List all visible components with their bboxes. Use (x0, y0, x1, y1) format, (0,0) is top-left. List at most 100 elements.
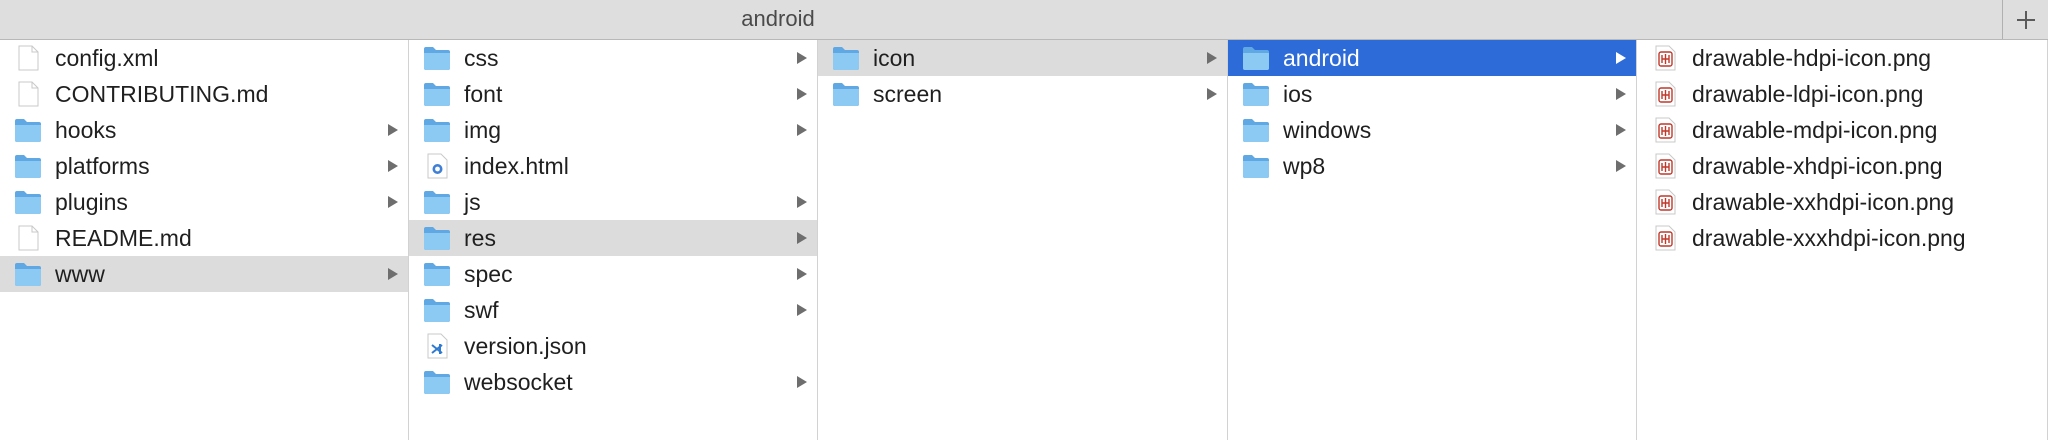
list-item[interactable]: drawable-xhdpi-icon.png (1637, 148, 2047, 184)
item-name: version.json (464, 333, 587, 359)
list-item[interactable]: windows (1228, 112, 1636, 148)
folder-icon (14, 261, 42, 287)
item-name: ios (1283, 81, 1313, 107)
list-item[interactable]: icon (818, 40, 1227, 76)
disclosure-arrow-icon (388, 196, 398, 208)
disclosure-arrow-icon (797, 304, 807, 316)
list-item[interactable]: CONTRIBUTING.md (0, 76, 408, 112)
list-item[interactable]: index.html (409, 148, 817, 184)
item-name: js (464, 189, 481, 215)
list-item[interactable]: wp8 (1228, 148, 1636, 184)
list-item[interactable]: js (409, 184, 817, 220)
list-item[interactable]: drawable-xxxhdpi-icon.png (1637, 220, 2047, 256)
item-name: android (1283, 45, 1360, 71)
folder-icon (423, 369, 451, 395)
folder-icon (14, 117, 42, 143)
disclosure-arrow-icon (1616, 160, 1626, 172)
column-4[interactable]: android ios windows wp8 (1228, 40, 1637, 440)
item-name: screen (873, 81, 943, 107)
list-item[interactable]: www (0, 256, 408, 292)
disclosure-arrow-icon (1616, 124, 1626, 136)
disclosure-arrow-icon (388, 268, 398, 280)
disclosure-arrow-icon (1616, 52, 1626, 64)
folder-icon (423, 261, 451, 287)
disclosure-arrow-icon (797, 376, 807, 388)
png-file-icon (1651, 225, 1679, 251)
item-name: res (464, 225, 496, 251)
png-file-icon (1651, 81, 1679, 107)
disclosure-arrow-icon (797, 232, 807, 244)
folder-icon (423, 189, 451, 215)
plus-icon (2016, 10, 2035, 29)
folder-icon (423, 117, 451, 143)
disclosure-arrow-icon (797, 124, 807, 136)
item-name: drawable-xxhdpi-icon.png (1692, 189, 1955, 215)
html-file-icon (423, 153, 451, 179)
folder-icon (1242, 153, 1270, 179)
list-item[interactable]: version.json (409, 328, 817, 364)
folder-icon (423, 297, 451, 323)
list-item[interactable]: websocket (409, 364, 817, 400)
list-item[interactable]: config.xml (0, 40, 408, 76)
list-item[interactable]: platforms (0, 148, 408, 184)
column-browser: config.xml CONTRIBUTING.md hooks platforms p… (0, 40, 2048, 440)
list-item[interactable]: spec (409, 256, 817, 292)
window-title[interactable]: android (0, 0, 1556, 38)
column-1[interactable]: config.xml CONTRIBUTING.md hooks platforms p… (0, 40, 409, 440)
list-item[interactable]: hooks (0, 112, 408, 148)
disclosure-arrow-icon (797, 196, 807, 208)
png-file-icon (1651, 189, 1679, 215)
list-item[interactable]: font (409, 76, 817, 112)
item-name: swf (464, 297, 499, 323)
vscode-file-icon (423, 333, 451, 359)
item-name: drawable-ldpi-icon.png (1692, 81, 1924, 107)
folder-icon (832, 81, 860, 107)
item-name: config.xml (55, 45, 159, 71)
list-item[interactable]: plugins (0, 184, 408, 220)
list-item[interactable]: drawable-mdpi-icon.png (1637, 112, 2047, 148)
list-item[interactable]: screen (818, 76, 1227, 112)
list-item[interactable]: drawable-ldpi-icon.png (1637, 76, 2047, 112)
list-item[interactable]: css (409, 40, 817, 76)
list-item[interactable]: android (1228, 40, 1636, 76)
png-file-icon (1651, 153, 1679, 179)
disclosure-arrow-icon (388, 124, 398, 136)
folder-icon (1242, 45, 1270, 71)
column-5[interactable]: drawable-hdpi-icon.png drawable-ldpi-icon… (1637, 40, 2048, 440)
item-name: drawable-xxxhdpi-icon.png (1692, 225, 1966, 251)
disclosure-arrow-icon (797, 88, 807, 100)
file-icon (14, 225, 42, 251)
folder-icon (14, 189, 42, 215)
folder-icon (832, 45, 860, 71)
folder-icon (423, 225, 451, 251)
folder-icon (14, 153, 42, 179)
disclosure-arrow-icon (1207, 88, 1217, 100)
disclosure-arrow-icon (1616, 88, 1626, 100)
list-item[interactable]: img (409, 112, 817, 148)
item-name: drawable-hdpi-icon.png (1692, 45, 1932, 71)
item-name: img (464, 117, 502, 143)
tab-bar: android (0, 0, 2048, 40)
column-2[interactable]: css font img index.html js res spec swf version.… (409, 40, 818, 440)
item-name: platforms (55, 153, 150, 179)
new-tab-button[interactable] (2002, 0, 2048, 39)
disclosure-arrow-icon (388, 160, 398, 172)
list-item[interactable]: drawable-xxhdpi-icon.png (1637, 184, 2047, 220)
list-item[interactable]: swf (409, 292, 817, 328)
file-icon (14, 45, 42, 71)
list-item[interactable]: README.md (0, 220, 408, 256)
item-name: CONTRIBUTING.md (55, 81, 269, 107)
item-name: index.html (464, 153, 569, 179)
list-item[interactable]: drawable-hdpi-icon.png (1637, 40, 2047, 76)
list-item[interactable]: res (409, 220, 817, 256)
item-name: font (464, 81, 503, 107)
folder-icon (1242, 117, 1270, 143)
folder-icon (1242, 81, 1270, 107)
column-3[interactable]: icon screen (818, 40, 1228, 440)
item-name: spec (464, 261, 513, 287)
item-name: drawable-xhdpi-icon.png (1692, 153, 1943, 179)
item-name: www (55, 261, 105, 287)
list-item[interactable]: ios (1228, 76, 1636, 112)
disclosure-arrow-icon (797, 52, 807, 64)
png-file-icon (1651, 45, 1679, 71)
